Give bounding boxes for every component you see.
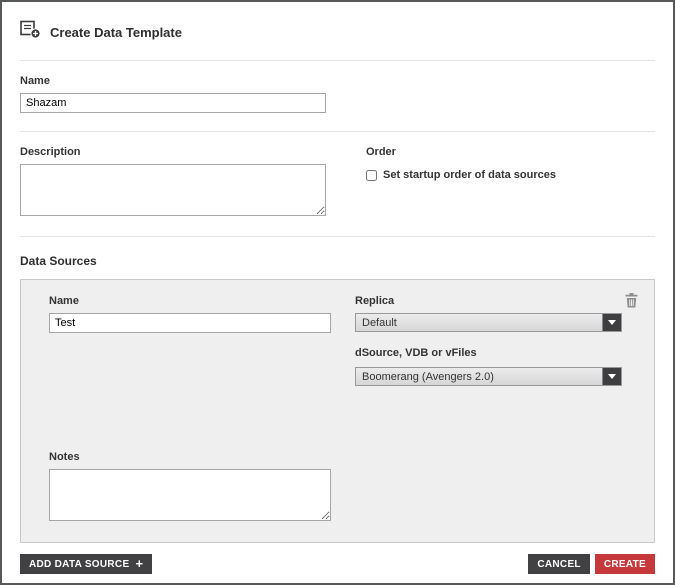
notes-textarea[interactable] bbox=[49, 469, 331, 521]
dsource-label: dSource, VDB or vFiles bbox=[355, 347, 622, 359]
add-data-source-label: ADD DATA SOURCE bbox=[29, 559, 129, 570]
replica-label: Replica bbox=[355, 295, 622, 307]
startup-order-checkbox-row: Set startup order of data sources bbox=[366, 169, 655, 181]
data-sources-heading: Data Sources bbox=[20, 254, 655, 268]
startup-order-checkbox-label: Set startup order of data sources bbox=[383, 169, 556, 181]
divider bbox=[20, 131, 655, 132]
order-field-group: Order Set startup order of data sources bbox=[350, 146, 655, 216]
divider bbox=[20, 236, 655, 237]
cancel-button[interactable]: CANCEL bbox=[528, 554, 589, 574]
name-field-group: Name bbox=[20, 75, 655, 113]
startup-order-checkbox[interactable] bbox=[366, 170, 377, 181]
notes-field-group: Notes bbox=[49, 451, 331, 521]
source-name-label: Name bbox=[49, 295, 331, 307]
trash-icon[interactable] bbox=[625, 293, 638, 308]
data-source-card: Name Notes Replica Default dSource, VDB … bbox=[20, 279, 655, 543]
chevron-down-icon[interactable] bbox=[602, 368, 621, 385]
add-data-source-button[interactable]: ADD DATA SOURCE + bbox=[20, 554, 152, 574]
description-order-row: Description Order Set startup order of d… bbox=[20, 146, 655, 216]
order-label: Order bbox=[366, 146, 655, 158]
dsource-select[interactable]: Boomerang (Avengers 2.0) bbox=[355, 367, 622, 386]
replica-select[interactable]: Default bbox=[355, 313, 622, 332]
page-title: Create Data Template bbox=[50, 25, 182, 40]
divider bbox=[20, 60, 655, 61]
data-template-icon bbox=[20, 20, 42, 44]
description-textarea[interactable] bbox=[20, 164, 326, 216]
replica-selected-value: Default bbox=[356, 317, 397, 329]
description-label: Description bbox=[20, 146, 350, 158]
confirm-buttons: CANCEL CREATE bbox=[528, 554, 655, 574]
create-data-template-dialog: Create Data Template Name Description Or… bbox=[0, 0, 675, 585]
dsource-selected-value: Boomerang (Avengers 2.0) bbox=[356, 371, 494, 383]
dsource-field-group: dSource, VDB or vFiles Boomerang (Avenge… bbox=[355, 347, 622, 386]
chevron-down-icon[interactable] bbox=[602, 314, 621, 331]
name-input[interactable] bbox=[20, 93, 326, 113]
source-name-input[interactable] bbox=[49, 313, 331, 333]
description-field-group: Description bbox=[20, 146, 350, 216]
create-button[interactable]: CREATE bbox=[595, 554, 655, 574]
notes-label: Notes bbox=[49, 451, 331, 463]
data-source-card-left: Name Notes bbox=[49, 295, 331, 528]
data-source-card-right: Replica Default dSource, VDB or vFiles B… bbox=[355, 295, 622, 528]
dialog-header: Create Data Template bbox=[20, 2, 655, 44]
dialog-actions: ADD DATA SOURCE + CANCEL CREATE bbox=[20, 554, 655, 574]
name-label: Name bbox=[20, 75, 655, 87]
